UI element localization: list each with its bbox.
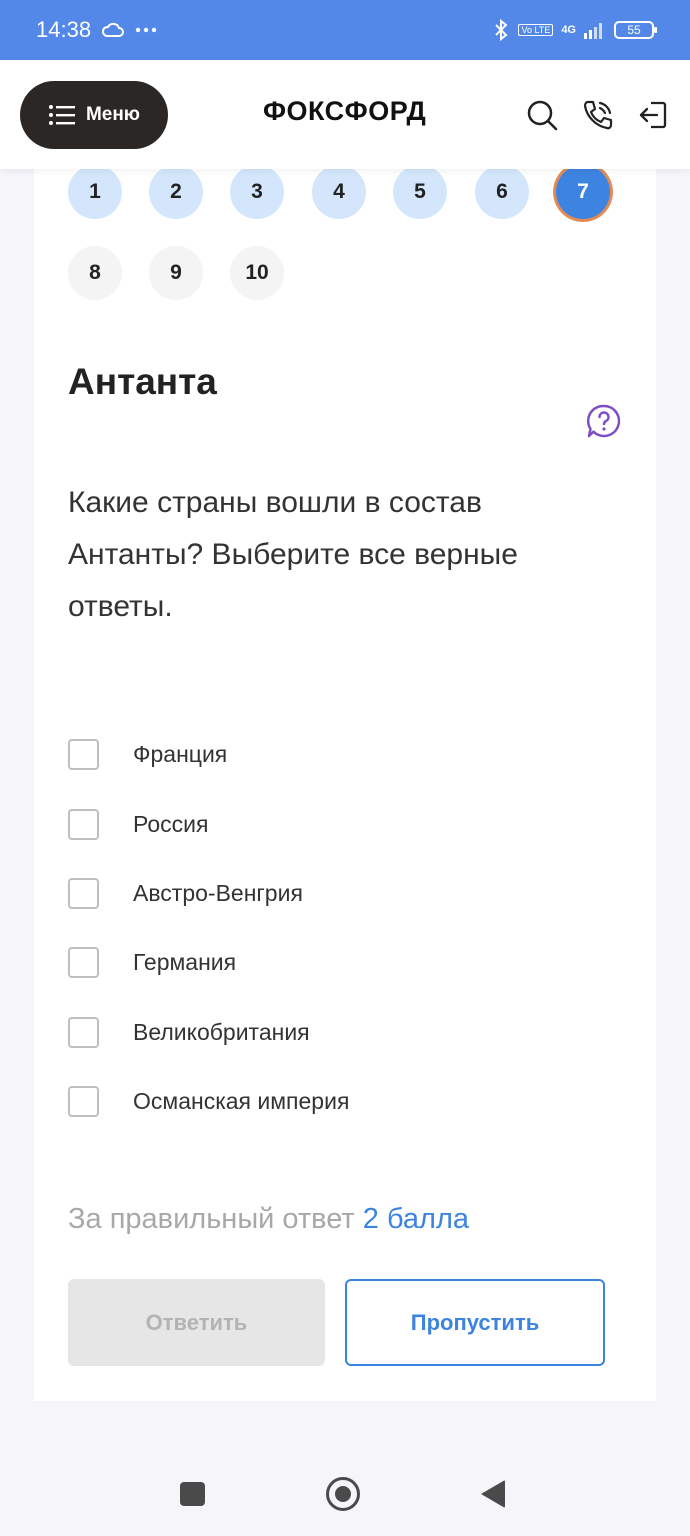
network-type: 4G xyxy=(561,24,576,36)
question-nav-number: 7 xyxy=(577,180,589,203)
option-label: Франция xyxy=(133,741,228,768)
option-label: Австро-Венгрия xyxy=(133,879,303,906)
question-nav-item[interactable]: 4 xyxy=(312,165,366,219)
question-nav-item[interactable]: 3 xyxy=(230,165,284,219)
question-nav-number: 6 xyxy=(496,180,508,203)
question-nav-item[interactable]: 10 xyxy=(230,246,284,300)
skip-button[interactable]: Пропустить xyxy=(345,1279,605,1366)
option-checkbox[interactable] xyxy=(68,739,99,771)
menu-label: Меню xyxy=(85,103,141,125)
task-card: 1 2 3 4 5 6 7 8 9 10 Антанта Какие стран… xyxy=(34,165,656,1401)
question-nav-number: 4 xyxy=(333,180,345,203)
bluetooth-icon xyxy=(495,18,508,42)
question-nav-item-current[interactable]: 7 xyxy=(556,165,610,219)
status-bar: 14:38 Vo LTE 4G 55 xyxy=(0,0,690,60)
search-icon[interactable] xyxy=(526,99,558,131)
option-label: Великобритания xyxy=(133,1018,310,1045)
signal-icon xyxy=(584,23,602,39)
option-label: Германия xyxy=(133,949,237,976)
option-checkbox[interactable] xyxy=(68,1016,99,1048)
more-dots-icon xyxy=(135,27,157,33)
answer-option[interactable]: Великобритания xyxy=(68,998,349,1067)
system-nav-bar xyxy=(0,1440,690,1536)
help-question-icon[interactable] xyxy=(586,403,622,439)
menu-button[interactable]: Меню xyxy=(20,80,168,149)
question-nav-number: 1 xyxy=(89,180,101,203)
logout-icon[interactable] xyxy=(638,100,668,130)
phone-icon[interactable] xyxy=(582,99,614,131)
question-nav-item[interactable]: 8 xyxy=(68,246,122,300)
option-checkbox[interactable] xyxy=(68,947,99,979)
score-value: 2 балла xyxy=(362,1203,470,1235)
option-checkbox[interactable] xyxy=(68,808,99,840)
volte-badge: Vo LTE xyxy=(518,24,554,36)
question-text: Какие страны вошли в состав Антанты? Выб… xyxy=(68,486,518,623)
answer-option[interactable]: Османская империя xyxy=(68,1067,349,1136)
logo[interactable]: ФОКСФОРД xyxy=(263,96,426,127)
task-title: Антанта xyxy=(68,361,217,402)
question-nav-number: 3 xyxy=(251,180,263,203)
battery-level: 55 xyxy=(627,23,641,37)
option-label: Османская империя xyxy=(133,1088,350,1115)
question-nav-item[interactable]: 1 xyxy=(68,165,122,219)
score-info: За правильный ответ 2 балла xyxy=(68,1203,469,1236)
answer-option[interactable]: Германия xyxy=(68,928,349,997)
cloud-icon xyxy=(102,22,125,37)
status-time: 14:38 xyxy=(36,17,92,42)
question-nav-number: 8 xyxy=(89,261,101,284)
score-prefix: За правильный ответ xyxy=(68,1203,355,1235)
back-icon[interactable] xyxy=(481,1480,505,1508)
question-nav-item[interactable]: 2 xyxy=(149,165,203,219)
question-nav-item[interactable]: 9 xyxy=(149,246,203,300)
question-nav-item[interactable]: 6 xyxy=(475,165,529,219)
question-nav-item[interactable]: 5 xyxy=(393,165,447,219)
recent-apps-icon[interactable] xyxy=(180,1482,205,1506)
option-checkbox[interactable] xyxy=(68,1086,99,1118)
answer-option[interactable]: Россия xyxy=(68,789,349,858)
option-label: Россия xyxy=(133,810,209,837)
answer-option[interactable]: Австро-Венгрия xyxy=(68,859,349,928)
question-nav-number: 10 xyxy=(245,261,269,284)
app-header: Меню ФОКСФОРД xyxy=(0,60,690,169)
answer-options: Франция Россия Австро-Венгрия Германия В… xyxy=(68,720,349,1136)
question-nav-number: 9 xyxy=(170,261,182,284)
list-icon xyxy=(48,104,75,125)
home-icon[interactable] xyxy=(326,1477,360,1511)
battery-indicator: 55 xyxy=(614,21,657,39)
question-nav-number: 5 xyxy=(414,180,426,203)
question-nav-number: 2 xyxy=(170,180,182,203)
option-checkbox[interactable] xyxy=(68,877,99,909)
answer-button[interactable]: Ответить xyxy=(68,1279,325,1366)
answer-option[interactable]: Франция xyxy=(68,720,349,789)
